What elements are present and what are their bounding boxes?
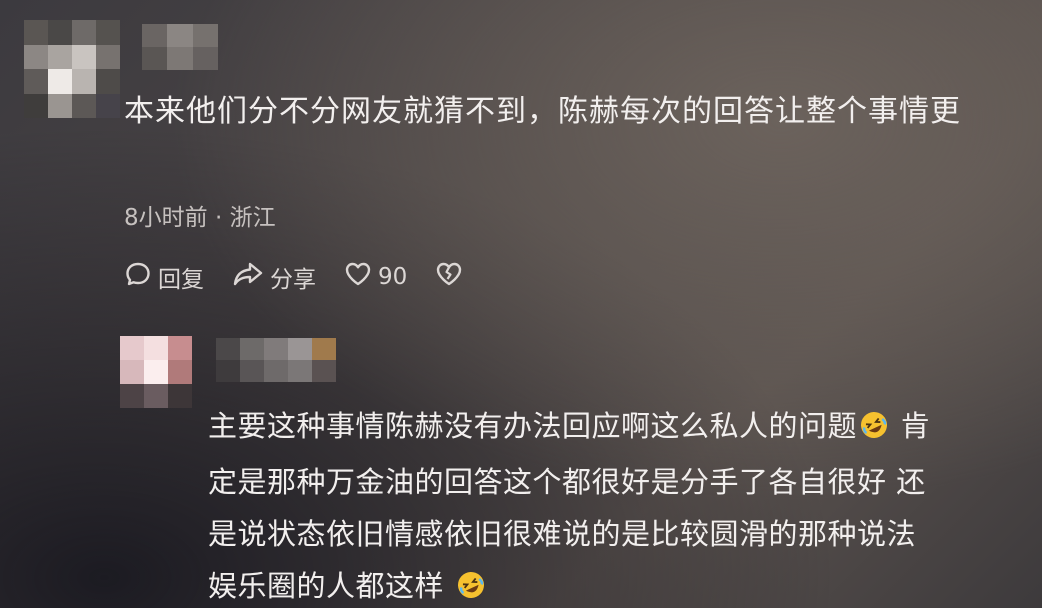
mosaic-pixel [96, 44, 120, 69]
reply-button[interactable]: 回复 [124, 260, 204, 294]
username-blurred[interactable] [142, 24, 218, 70]
rolling-on-floor-laughing-emoji [456, 564, 486, 608]
avatar[interactable] [24, 20, 120, 118]
mosaic-pixel [168, 384, 192, 408]
mosaic-pixel [120, 360, 144, 384]
mosaic-pixel [167, 47, 193, 70]
comment-bubble-icon [124, 260, 158, 294]
mosaic-pixel [120, 384, 144, 408]
reply-line: 娱乐圈的人都这样 [208, 560, 1034, 608]
mosaic-pixel [48, 69, 72, 94]
reply-line: 主要这种事情陈赫没有办法回应啊这么私人的问题 肯 [208, 400, 1034, 456]
mosaic-pixel [72, 69, 96, 94]
mosaic-pixel [240, 360, 264, 382]
mosaic-pixel [24, 44, 48, 69]
mosaic-pixel [48, 93, 72, 118]
mosaic-pixel [312, 338, 336, 360]
heart-icon [344, 260, 378, 294]
reply-label: 回复 [158, 267, 204, 293]
mosaic-pixel [288, 338, 312, 360]
broken-heart-icon [435, 260, 469, 294]
mosaic-pixel [144, 336, 168, 360]
mosaic-pixel [96, 69, 120, 94]
mosaic-pixel [312, 360, 336, 382]
like-button[interactable]: 90 [344, 260, 407, 294]
share-arrow-icon [232, 260, 270, 294]
comment-text: 本来他们分不分网友就猜不到，陈赫每次的回答让整个事情更 [124, 94, 961, 129]
mosaic-pixel [72, 93, 96, 118]
mosaic-pixel [192, 47, 218, 70]
mosaic-pixel [264, 360, 288, 382]
avatar[interactable] [120, 336, 192, 408]
share-button[interactable]: 分享 [232, 260, 316, 294]
mosaic-pixel [72, 44, 96, 69]
dislike-button[interactable] [435, 260, 469, 294]
comment-meta: 8小时前 · 浙江 [124, 205, 276, 231]
mosaic-pixel [240, 338, 264, 360]
username-blurred[interactable] [216, 338, 336, 382]
share-label: 分享 [270, 267, 316, 293]
mosaic-pixel [120, 336, 144, 360]
mosaic-pixel [167, 24, 193, 47]
mosaic-pixel [192, 24, 218, 47]
mosaic-pixel [264, 338, 288, 360]
mosaic-pixel [24, 20, 48, 45]
like-count: 90 [378, 264, 408, 290]
mosaic-pixel [24, 93, 48, 118]
mosaic-pixel [144, 360, 168, 384]
mosaic-pixel [144, 384, 168, 408]
mosaic-pixel [216, 338, 240, 360]
mosaic-pixel [48, 20, 72, 45]
mosaic-pixel [96, 93, 120, 118]
reply-line: 是说状态依旧情感依旧很难说的是比较圆滑的那种说法 [208, 517, 917, 551]
mosaic-pixel [216, 360, 240, 382]
mosaic-pixel [48, 44, 72, 69]
mosaic-pixel [288, 360, 312, 382]
mosaic-pixel [168, 360, 192, 384]
rolling-on-floor-laughing-emoji [859, 404, 889, 456]
mosaic-pixel [24, 69, 48, 94]
comment-actions: 回复 分享 90 [124, 260, 497, 294]
mosaic-pixel [168, 336, 192, 360]
mosaic-pixel [72, 20, 96, 45]
reply-line: 定是那种万金油的回答这个都很好是分手了各自很好 还 [208, 465, 926, 499]
mosaic-pixel [142, 47, 168, 70]
reply-text: 主要这种事情陈赫没有办法回应啊这么私人的问题 肯 定是那种万金油的回答这个都很好… [208, 400, 1034, 608]
mosaic-pixel [142, 24, 168, 47]
mosaic-pixel [96, 20, 120, 45]
